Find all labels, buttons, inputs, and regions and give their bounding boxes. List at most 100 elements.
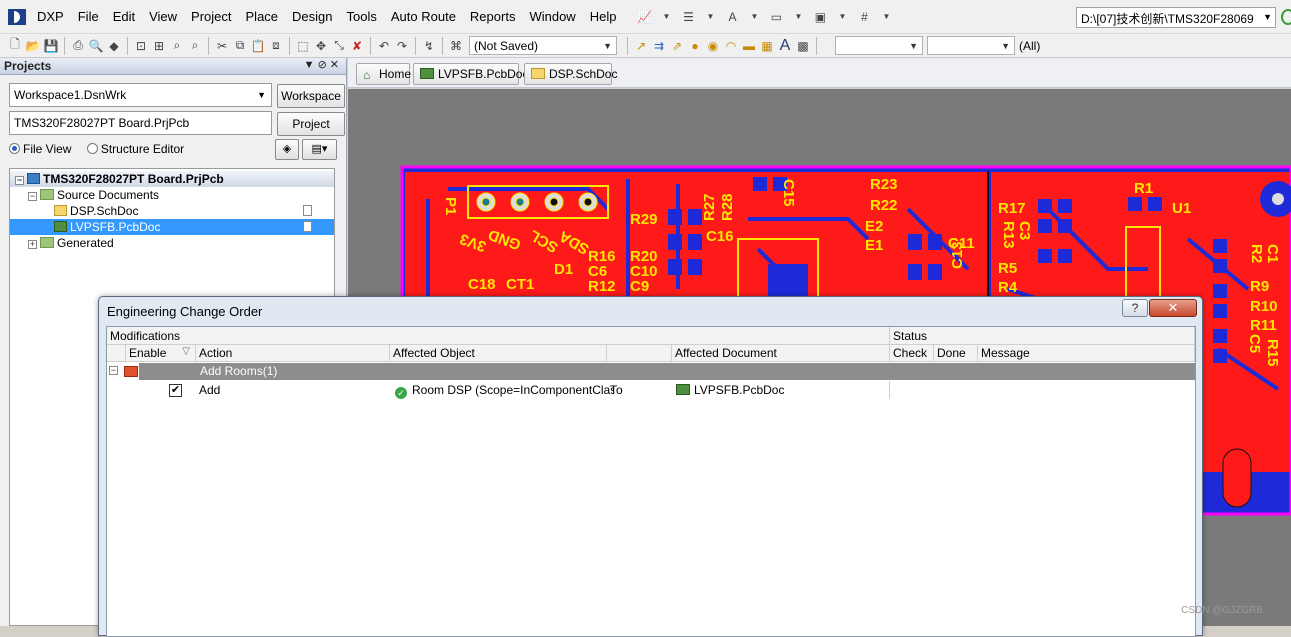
cut-icon[interactable]: ✂ <box>213 38 231 54</box>
redo-icon[interactable]: ↷ <box>393 38 411 54</box>
col-affected-object[interactable]: Affected Object <box>390 345 607 362</box>
help-button[interactable]: ? <box>1122 299 1148 317</box>
place-via-icon[interactable]: ◉ <box>704 38 722 54</box>
menu-help[interactable]: Help <box>583 9 624 24</box>
filter-all-label[interactable]: (All) <box>1019 39 1040 53</box>
print-preview-icon[interactable]: 🔍 <box>87 38 105 54</box>
project-button[interactable]: Project <box>277 112 345 136</box>
room-icon[interactable]: ▣ <box>811 9 829 25</box>
menu-edit[interactable]: Edit <box>106 9 142 24</box>
close-button[interactable]: ✕ <box>1149 299 1197 317</box>
tab-sch[interactable]: DSP.SchDoc <box>524 63 617 85</box>
chevron-down-icon[interactable]: ▼ <box>745 9 763 25</box>
menu-auto-route[interactable]: Auto Route <box>384 9 463 24</box>
zoom-selected-icon[interactable]: ⌕ <box>168 38 186 54</box>
silk-r10: R10 <box>1250 298 1278 315</box>
menu-tools[interactable]: Tools <box>340 9 384 24</box>
copy-icon[interactable]: ⧉ <box>231 38 249 54</box>
tab-pcb[interactable]: LVPSFB.PcbDoc <box>413 63 528 85</box>
chevron-down-icon[interactable]: ▼ <box>877 9 895 25</box>
col-done[interactable]: Done <box>934 345 978 362</box>
menu-dxp[interactable]: DXP <box>30 9 71 24</box>
menu-window[interactable]: Window <box>522 9 582 24</box>
structure-editor-radio[interactable]: Structure Editor <box>86 142 184 156</box>
workspace-combo[interactable]: Workspace1.DsnWrk ▼ <box>9 83 272 107</box>
col-enable[interactable]: Enable ▽ <box>126 345 196 362</box>
menu-place[interactable]: Place <box>239 9 286 24</box>
place-pad-icon[interactable]: ● <box>686 38 704 54</box>
project-options-icon[interactable]: ◈ <box>275 139 299 160</box>
collapse-icon[interactable]: − <box>15 176 24 185</box>
rubber-stamp-icon[interactable]: ⧈ <box>267 38 285 54</box>
browse-components-icon[interactable]: ⌘ <box>447 38 465 54</box>
project-docs-icon[interactable]: ▤▾ <box>302 139 337 160</box>
interactive-route-icon[interactable]: ↗ <box>632 38 650 54</box>
chevron-down-icon[interactable]: ▼ <box>789 9 807 25</box>
menu-view[interactable]: View <box>142 9 184 24</box>
save-icon[interactable]: 💾 <box>42 38 60 54</box>
collapse-icon[interactable]: − <box>28 192 37 201</box>
go-icon[interactable] <box>1281 9 1291 25</box>
diff-pair-route-icon[interactable]: ⇉ <box>650 38 668 54</box>
tab-home[interactable]: ⌂ Home <box>356 63 411 85</box>
sort-icon[interactable]: ▽ <box>182 346 190 357</box>
workspace-button[interactable]: Workspace <box>277 84 345 108</box>
undo-icon[interactable]: ↶ <box>375 38 393 54</box>
multi-route-icon[interactable]: ⇗ <box>668 38 686 54</box>
file-view-radio[interactable]: File View <box>9 142 71 156</box>
paste-icon[interactable]: 📋 <box>249 38 267 54</box>
collapse-icon[interactable]: − <box>109 366 118 375</box>
chevron-down-icon[interactable]: ▼ <box>657 9 675 25</box>
menu-design[interactable]: Design <box>285 9 339 24</box>
tree-source-documents[interactable]: − Source Documents <box>10 187 334 203</box>
place-fill-icon[interactable]: ▬ <box>740 38 758 54</box>
chevron-down-icon[interactable]: ▼ <box>701 9 719 25</box>
col-action[interactable]: Action <box>196 345 390 362</box>
menu-reports[interactable]: Reports <box>463 9 523 24</box>
expand-icon[interactable]: + <box>28 240 37 249</box>
place-polygon-icon[interactable]: ▦ <box>758 38 776 54</box>
text-tool-icon[interactable]: A <box>723 9 741 25</box>
place-string-icon[interactable]: A <box>776 37 794 54</box>
tree-doc-pcb[interactable]: LVPSFB.PcbDoc <box>10 219 334 235</box>
3d-icon[interactable]: ◆ <box>105 38 123 54</box>
group-row-add-rooms[interactable]: Add Rooms(1) <box>139 363 1195 380</box>
save-state-combo[interactable]: (Not Saved) ▼ <box>469 36 617 55</box>
close-icon[interactable]: ✕ <box>330 59 342 71</box>
new-file-icon[interactable]: 🗋 <box>6 37 24 54</box>
pin-icon[interactable]: ⊘ <box>318 59 330 71</box>
zoom-fit-icon[interactable]: ⊡ <box>132 38 150 54</box>
project-field[interactable]: TMS320F28027PT Board.PrjPcb <box>9 111 272 135</box>
col-affected-object-to[interactable] <box>607 345 672 362</box>
zoom-area-icon[interactable]: ⊞ <box>150 38 168 54</box>
filter-combo-2[interactable]: ▼ <box>927 36 1015 55</box>
tree-generated[interactable]: + Generated <box>10 235 334 251</box>
print-icon[interactable]: ⎙ <box>69 38 87 54</box>
path-combo[interactable]: D:\[07]技术创新\TMS320F28069 ▼ <box>1076 7 1276 28</box>
chart-icon[interactable]: 📈 <box>635 9 653 25</box>
dxp-logo-icon[interactable] <box>8 8 26 25</box>
col-message[interactable]: Message <box>978 345 1195 362</box>
tree-doc-sch[interactable]: DSP.SchDoc <box>10 203 334 219</box>
open-folder-icon[interactable]: 📂 <box>24 38 42 54</box>
cross-probe-icon[interactable]: ↯ <box>420 38 438 54</box>
col-affected-document[interactable]: Affected Document <box>672 345 890 362</box>
menu-project[interactable]: Project <box>184 9 238 24</box>
select-area-icon[interactable]: ⬚ <box>294 38 312 54</box>
grid-icon[interactable]: # <box>855 9 873 25</box>
panel-menu-icon[interactable]: ▼ <box>304 59 318 71</box>
align-icon[interactable]: ☰ <box>679 9 697 25</box>
place-array-icon[interactable]: ▩ <box>794 38 812 54</box>
ruler-icon[interactable]: ▭ <box>767 9 785 25</box>
place-arc-icon[interactable]: ◠ <box>722 38 740 54</box>
menu-file[interactable]: File <box>71 9 106 24</box>
filter-combo-1[interactable]: ▼ <box>835 36 923 55</box>
tree-root[interactable]: − TMS320F28027PT Board.PrjPcb <box>10 171 334 187</box>
enable-checkbox[interactable]: ✔ <box>169 384 182 397</box>
clear-filter-icon[interactable]: ✘ <box>348 38 366 54</box>
chevron-down-icon[interactable]: ▼ <box>833 9 851 25</box>
col-check[interactable]: Check <box>890 345 934 362</box>
zoom-filter-icon[interactable]: ⌕ <box>186 38 204 54</box>
move-icon[interactable]: ✥ <box>312 38 330 54</box>
deselect-icon[interactable]: ⤡ <box>330 38 348 54</box>
